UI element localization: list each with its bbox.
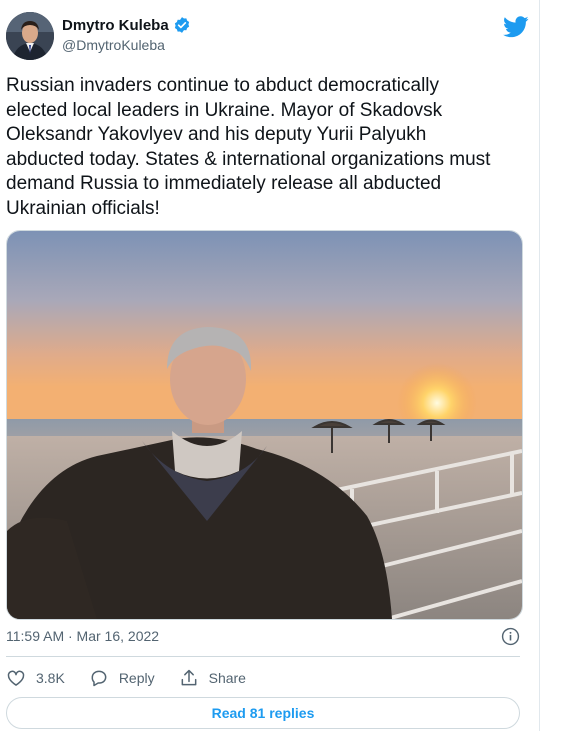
tweet-card: Dmytro Kuleba @DmytroKuleba Russian inva… [0, 0, 540, 731]
tweet-timestamp[interactable]: 11:59 AM · Mar 16, 2022 [6, 628, 159, 644]
author-handle[interactable]: @DmytroKuleba [62, 37, 191, 53]
tweet-actions: 3.8K Reply Share [6, 666, 270, 690]
heart-icon [7, 670, 25, 686]
twitter-logo-icon[interactable] [503, 16, 529, 38]
tweet-header: Dmytro Kuleba @DmytroKuleba [6, 12, 529, 64]
tweet-text: Russian invaders continue to abduct demo… [6, 75, 491, 219]
avatar[interactable] [6, 12, 54, 60]
author-names: Dmytro Kuleba @DmytroKuleba [62, 16, 191, 53]
share-button[interactable]: Share [179, 668, 246, 688]
reply-icon [91, 670, 107, 687]
display-name[interactable]: Dmytro Kuleba [62, 17, 169, 34]
share-icon [181, 669, 197, 686]
page-background [540, 0, 569, 731]
like-count: 3.8K [36, 670, 65, 686]
read-replies-button[interactable]: Read 81 replies [6, 697, 520, 729]
info-icon[interactable] [501, 627, 520, 646]
verified-icon [173, 16, 191, 34]
divider [6, 656, 520, 657]
share-label: Share [208, 670, 246, 686]
tweet-photo[interactable] [6, 230, 523, 620]
reply-label: Reply [118, 670, 155, 686]
reply-button[interactable]: Reply [89, 668, 155, 688]
tweet-meta: 11:59 AM · Mar 16, 2022 [6, 627, 520, 646]
like-button[interactable]: 3.8K [6, 668, 65, 688]
